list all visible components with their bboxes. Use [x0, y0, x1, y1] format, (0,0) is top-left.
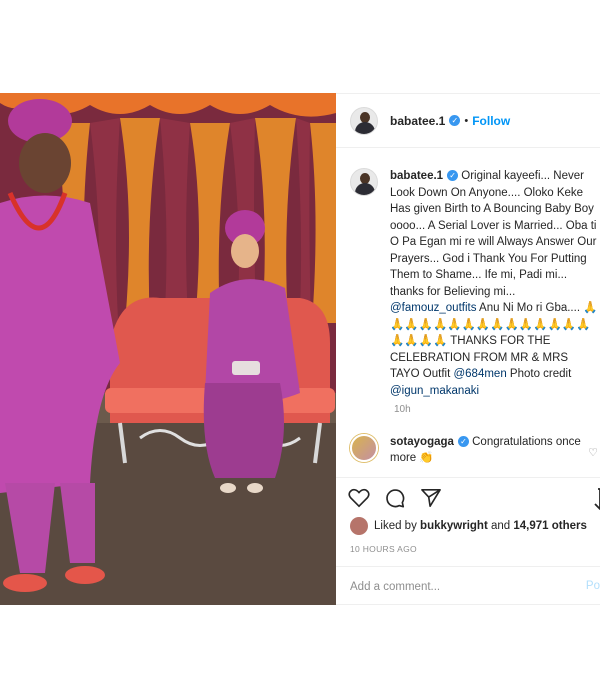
comment-item: sotayogaga ✓ Congratulations once more 👏 [350, 434, 600, 466]
caption-author-avatar[interactable] [350, 168, 378, 196]
commenter-verified-badge-icon: ✓ [457, 436, 469, 448]
post-photo [0, 93, 336, 605]
caption-mention-famouz[interactable]: @famouz_outfits [390, 302, 476, 314]
caption-username[interactable]: babatee.1 [390, 170, 443, 182]
add-comment-input[interactable]: Add a comment... [336, 566, 600, 604]
post-header: babatee.1 ✓ • Follow [336, 94, 600, 148]
separator-dot: • [464, 114, 469, 127]
comment-like-heart-icon[interactable]: ♡ [588, 446, 598, 459]
post-caption: babatee.1 ✓ Original kayeefi... Never Loo… [350, 168, 600, 399]
action-bar [336, 477, 600, 517]
caption-verified-badge-icon: ✓ [447, 170, 459, 182]
author-avatar[interactable] [350, 106, 378, 135]
share-send-icon[interactable] [420, 488, 442, 508]
caption-text-block: babatee.1 ✓ Original kayeefi... Never Loo… [390, 168, 600, 399]
author-username[interactable]: babatee.1 [390, 114, 445, 128]
caption-mention-684men[interactable]: @684men [453, 368, 506, 380]
caption-mid: Anu Ni Mo ri Gba.... [479, 302, 581, 314]
likes-prefix: Liked by [374, 520, 417, 532]
post-timestamp[interactable]: 10 HOURS AGO [350, 544, 417, 554]
bookmark-icon[interactable] [590, 488, 600, 510]
caption-time[interactable]: 10h [394, 404, 411, 415]
verified-badge-icon: ✓ [449, 115, 461, 126]
follow-button[interactable]: Follow [472, 114, 510, 128]
commenter-username[interactable]: sotayogaga [390, 436, 454, 448]
like-heart-icon[interactable] [348, 488, 370, 508]
post-comment-button[interactable]: Po [586, 580, 600, 592]
liker-avatar[interactable] [350, 517, 368, 535]
caption-mention-igun[interactable]: @igun_makanaki [390, 385, 479, 397]
comment-text-block: sotayogaga ✓ Congratulations once more 👏 [390, 434, 590, 466]
likes-joiner: and [490, 520, 511, 532]
caption-body: Original kayeefi... Never Look Down On A… [390, 170, 597, 298]
post-sidebar: babatee.1 ✓ • Follow babatee.1 ✓ Original… [336, 93, 600, 605]
commenter-avatar[interactable] [350, 434, 378, 462]
caption-photo-credit: Photo credit [509, 368, 572, 380]
comment-bubble-icon[interactable] [384, 487, 406, 509]
liker-username[interactable]: bukkywright [420, 520, 488, 532]
likes-count[interactable]: 14,971 others [513, 520, 587, 532]
likes-summary: Liked by bukkywright and 14,971 others [350, 517, 587, 535]
